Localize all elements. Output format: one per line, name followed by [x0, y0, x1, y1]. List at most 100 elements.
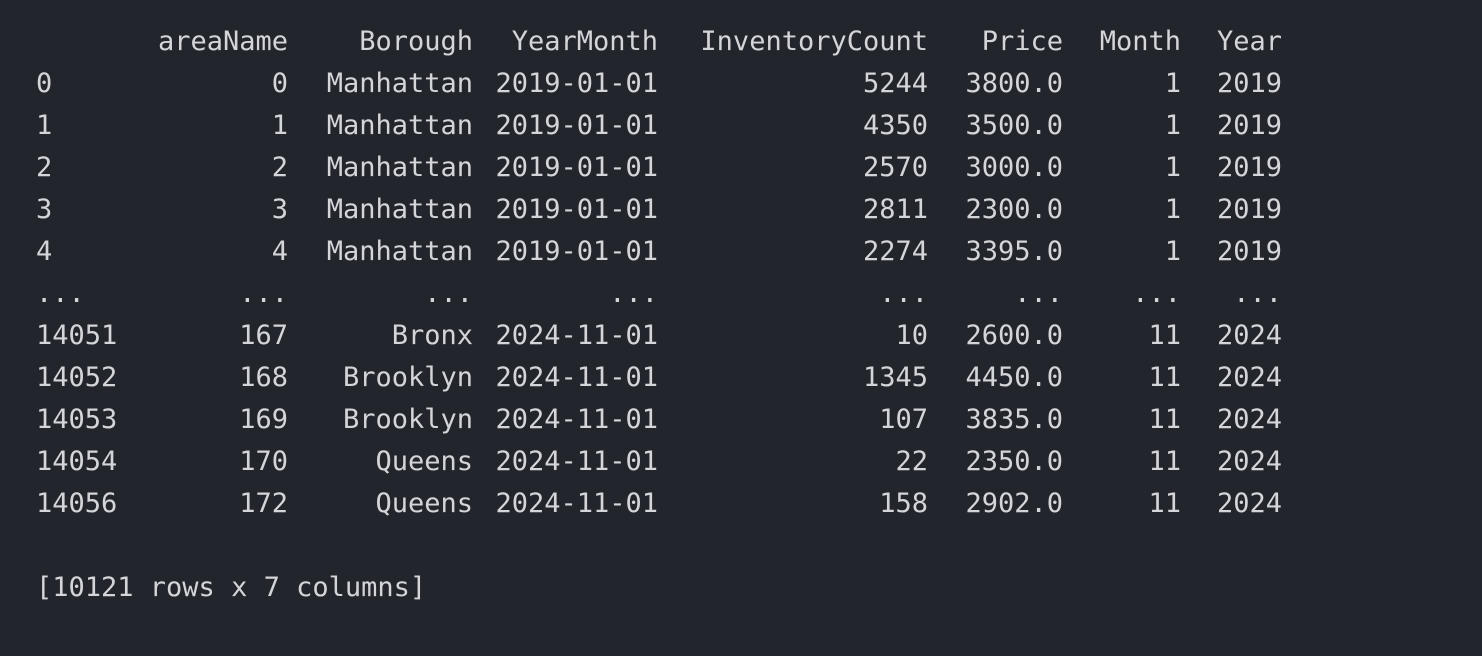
cell-InventoryCount: 2570: [862, 152, 928, 183]
column-header-areaName: areaName: [157, 26, 288, 57]
dataframe-header: areaName Borough YearMonth InventoryCoun…: [36, 21, 1282, 63]
cell-YearMonth: ...: [609, 278, 658, 309]
cell-Borough: ...: [424, 278, 473, 309]
cell-Price: 2600.0: [965, 320, 1063, 351]
column-header-Year: Year: [1216, 26, 1282, 57]
cell-Price: 4450.0: [965, 362, 1063, 393]
table-row: 0 0 Manhattan 2019-01-01 5244 3800.0 1 2019: [36, 63, 1282, 105]
cell-YearMonth: 2024-11-01: [495, 404, 658, 435]
cell-Year: 2024: [1216, 488, 1282, 519]
cell-YearMonth: 2019-01-01: [495, 110, 658, 141]
table-row: 14056 172 Queens 2024-11-01 158 2902.0 11 2024: [36, 483, 1282, 525]
cell-YearMonth: 2019-01-01: [495, 194, 658, 225]
table-row: 4 4 Manhattan 2019-01-01 2274 3395.0 1 2019: [36, 231, 1282, 273]
row-index: 1: [36, 110, 53, 141]
cell-Borough: Manhattan: [326, 68, 473, 99]
cell-Price: 3835.0: [965, 404, 1063, 435]
cell-YearMonth: 2019-01-01: [495, 68, 658, 99]
cell-Month: 11: [1148, 362, 1181, 393]
row-index: 2: [36, 152, 53, 183]
cell-YearMonth: 2019-01-01: [495, 236, 658, 267]
cell-InventoryCount: 5244: [862, 68, 928, 99]
cell-Year: 2019: [1216, 68, 1282, 99]
cell-areaName: 2: [271, 152, 288, 183]
row-index: 14051: [36, 320, 118, 351]
cell-Price: 3800.0: [965, 68, 1063, 99]
cell-Month: 1: [1164, 68, 1181, 99]
table-row: 2 2 Manhattan 2019-01-01 2570 3000.0 1 2019: [36, 147, 1282, 189]
cell-Borough: Manhattan: [326, 194, 473, 225]
cell-InventoryCount: 10: [895, 320, 928, 351]
notebook-output-panel: areaName Borough YearMonth InventoryCoun…: [0, 0, 1482, 656]
cell-Year: 2019: [1216, 194, 1282, 225]
cell-Year: 2019: [1216, 110, 1282, 141]
row-index: ...: [36, 278, 85, 309]
column-header-Month: Month: [1099, 26, 1181, 57]
dataframe-body: 0 0 Manhattan 2019-01-01 5244 3800.0 1 2019 1 1 Ma…: [36, 63, 1282, 525]
cell-Year: 2024: [1216, 404, 1282, 435]
table-row: 14052 168 Brooklyn 2024-11-01 1345 4450.0 11 20…: [36, 357, 1282, 399]
table-row: 14053 169 Brooklyn 2024-11-01 107 3835.0 11 202…: [36, 399, 1282, 441]
cell-YearMonth: 2024-11-01: [495, 488, 658, 519]
cell-Borough: Manhattan: [326, 236, 473, 267]
index-header: [36, 21, 118, 63]
row-index: 14053: [36, 404, 118, 435]
cell-Month: 11: [1148, 320, 1181, 351]
cell-InventoryCount: ...: [879, 278, 928, 309]
cell-areaName: ...: [239, 278, 288, 309]
cell-Borough: Queens: [375, 488, 473, 519]
column-header-Price: Price: [981, 26, 1063, 57]
cell-Price: 3000.0: [965, 152, 1063, 183]
cell-areaName: 0: [271, 68, 288, 99]
row-index: 3: [36, 194, 53, 225]
cell-Year: ...: [1233, 278, 1282, 309]
cell-Price: 2902.0: [965, 488, 1063, 519]
cell-InventoryCount: 1345: [862, 362, 928, 393]
cell-Borough: Manhattan: [326, 110, 473, 141]
row-index: 0: [36, 68, 53, 99]
cell-Year: 2024: [1216, 320, 1282, 351]
cell-InventoryCount: 2811: [862, 194, 928, 225]
cell-areaName: 3: [271, 194, 288, 225]
dataframe-shape-summary: [10121 rows x 7 columns]: [36, 572, 427, 603]
cell-InventoryCount: 2274: [862, 236, 928, 267]
row-index: 14052: [36, 362, 118, 393]
cell-areaName: 168: [239, 362, 288, 393]
cell-Year: 2019: [1216, 152, 1282, 183]
cell-Month: 11: [1148, 446, 1181, 477]
cell-Borough: Bronx: [391, 320, 473, 351]
cell-InventoryCount: 22: [895, 446, 928, 477]
row-index: 4: [36, 236, 53, 267]
column-header-InventoryCount: InventoryCount: [700, 26, 928, 57]
cell-Month: 11: [1148, 488, 1181, 519]
cell-areaName: 167: [239, 320, 288, 351]
cell-Price: 3500.0: [965, 110, 1063, 141]
table-row: 3 3 Manhattan 2019-01-01 2811 2300.0 1 2019: [36, 189, 1282, 231]
cell-Borough: Brooklyn: [342, 362, 473, 393]
cell-Year: 2024: [1216, 446, 1282, 477]
cell-YearMonth: 2024-11-01: [495, 320, 658, 351]
cell-Price: 3395.0: [965, 236, 1063, 267]
cell-areaName: 169: [239, 404, 288, 435]
cell-Month: 1: [1164, 236, 1181, 267]
dataframe-table: areaName Borough YearMonth InventoryCoun…: [36, 21, 1282, 525]
column-header-YearMonth: YearMonth: [511, 26, 658, 57]
cell-YearMonth: 2024-11-01: [495, 362, 658, 393]
cell-Month: 1: [1164, 152, 1181, 183]
cell-Borough: Manhattan: [326, 152, 473, 183]
row-index: 14056: [36, 488, 118, 519]
cell-areaName: 170: [239, 446, 288, 477]
column-header-Borough: Borough: [359, 26, 473, 57]
header-row: areaName Borough YearMonth InventoryCoun…: [36, 21, 1282, 63]
cell-Month: 1: [1164, 194, 1181, 225]
cell-Year: 2019: [1216, 236, 1282, 267]
row-index: 14054: [36, 446, 118, 477]
cell-YearMonth: 2019-01-01: [495, 152, 658, 183]
cell-Month: ...: [1132, 278, 1181, 309]
cell-areaName: 1: [271, 110, 288, 141]
ellipsis-row: ........................: [36, 273, 1282, 315]
cell-areaName: 4: [271, 236, 288, 267]
cell-areaName: 172: [239, 488, 288, 519]
cell-Price: 2350.0: [965, 446, 1063, 477]
cell-InventoryCount: 4350: [862, 110, 928, 141]
